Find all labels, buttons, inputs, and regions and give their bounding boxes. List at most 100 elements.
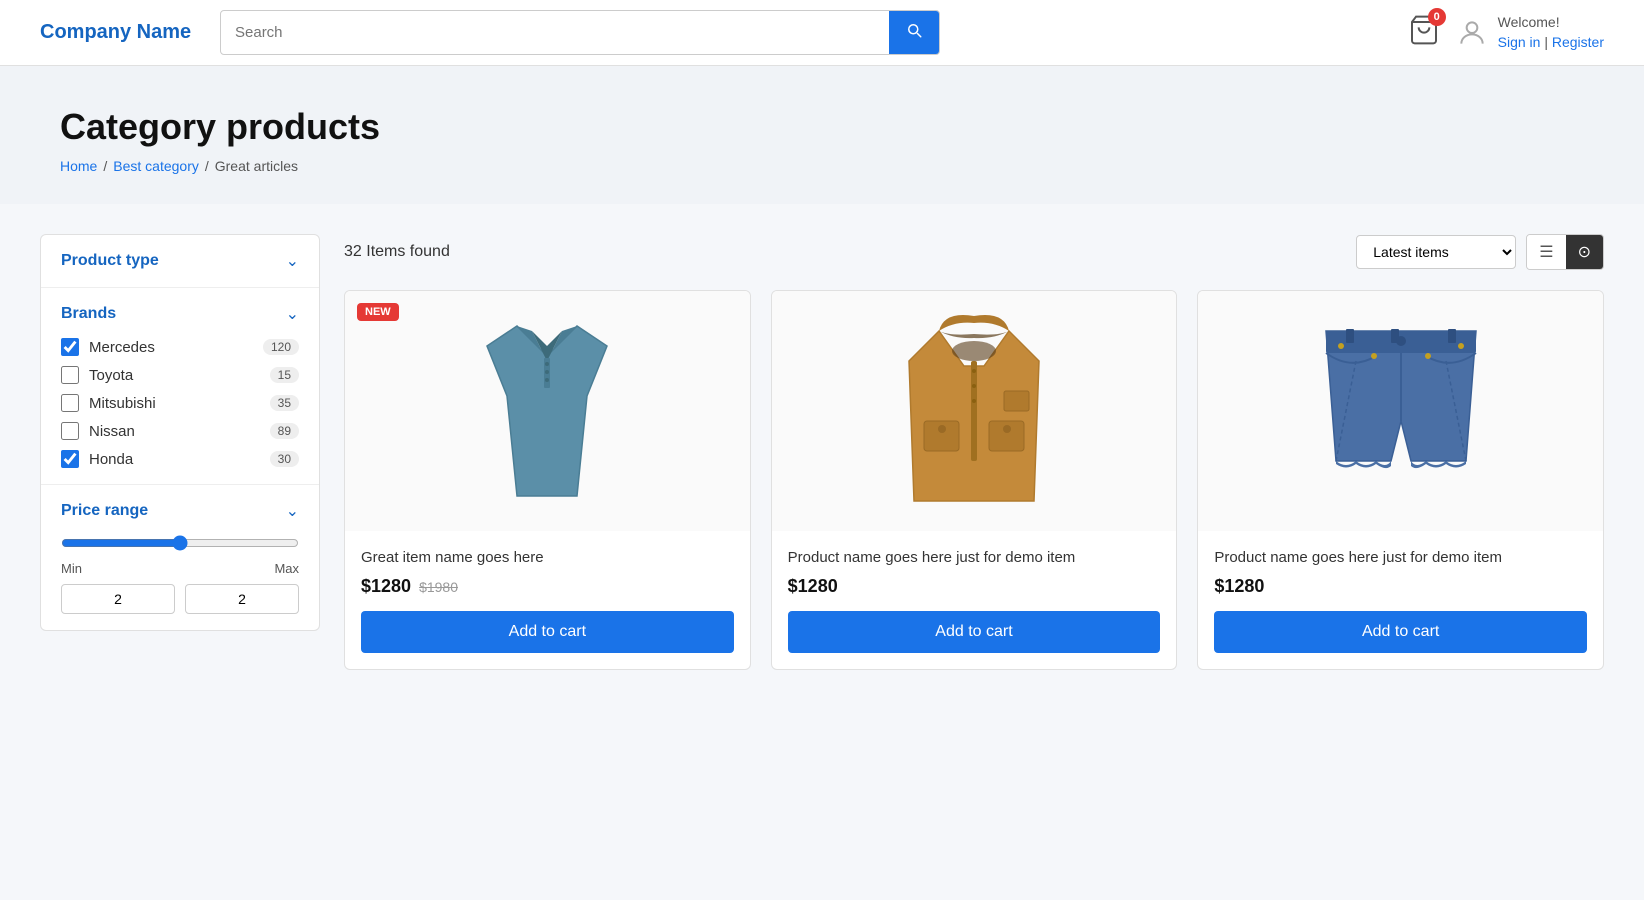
- add-to-cart-button[interactable]: Add to cart: [788, 611, 1161, 653]
- price-range-content: Min Max: [61, 535, 299, 614]
- filter-product-type-title: Product type: [61, 252, 159, 270]
- product-price-row: $1280: [1214, 576, 1587, 597]
- product-info: Great item name goes here $1280 $1980 Ad…: [345, 531, 750, 669]
- brand-checkbox-nissan[interactable]: [61, 422, 79, 440]
- price-max-input[interactable]: [185, 584, 299, 614]
- company-name[interactable]: Company Name: [40, 21, 200, 44]
- register-link[interactable]: Register: [1552, 34, 1604, 50]
- search-icon: [905, 21, 923, 39]
- add-to-cart-button[interactable]: Add to cart: [1214, 611, 1587, 653]
- search-bar: [220, 10, 940, 55]
- price-max-label: Max: [274, 561, 299, 576]
- brand-checkbox-mercedes[interactable]: [61, 338, 79, 356]
- brand-name: Honda: [89, 451, 260, 468]
- brand-item: Toyota 15: [61, 366, 299, 384]
- product-image-wrap: [1198, 291, 1603, 531]
- product-name: Product name goes here just for demo ite…: [788, 547, 1161, 568]
- brand-item: Honda 30: [61, 450, 299, 468]
- product-grid: NEW Great i: [344, 290, 1604, 670]
- brand-name: Mercedes: [89, 339, 253, 356]
- user-icon: [1456, 17, 1488, 49]
- cart-wrapper[interactable]: 0: [1408, 14, 1440, 51]
- product-image-shirt: [467, 316, 627, 506]
- breadcrumb-home[interactable]: Home: [60, 158, 97, 174]
- sidebar: Product type ⌄ Brands ⌄ Mercedes 120 Toy…: [40, 234, 320, 631]
- products-toolbar: 32 Items found Latest items Price: Low t…: [344, 234, 1604, 270]
- price-old: $1980: [419, 579, 458, 595]
- brand-name: Mitsubishi: [89, 395, 260, 412]
- brand-count: 35: [270, 395, 299, 411]
- product-name: Great item name goes here: [361, 547, 734, 568]
- filter-brands-title: Brands: [61, 305, 116, 323]
- cart-badge: 0: [1428, 8, 1446, 26]
- product-name: Product name goes here just for demo ite…: [1214, 547, 1587, 568]
- sort-select[interactable]: Latest items Price: Low to High Price: H…: [1356, 235, 1516, 269]
- filter-price-range-header[interactable]: Price range ⌄: [61, 501, 299, 521]
- products-area: 32 Items found Latest items Price: Low t…: [344, 234, 1604, 670]
- view-toggle: ☰ ⊙: [1526, 234, 1604, 270]
- brand-count: 89: [270, 423, 299, 439]
- product-badge: NEW: [357, 303, 399, 321]
- breadcrumb-great-articles: Great articles: [215, 158, 298, 174]
- product-image-jacket: [894, 311, 1054, 511]
- breadcrumb-separator-2: /: [205, 158, 209, 174]
- filter-brands: Brands ⌄ Mercedes 120 Toyota 15 Mitsubis…: [41, 288, 319, 485]
- price-inputs: [61, 584, 299, 614]
- brand-count: 30: [270, 451, 299, 467]
- product-info: Product name goes here just for demo ite…: [772, 531, 1177, 669]
- add-to-cart-button[interactable]: Add to cart: [361, 611, 734, 653]
- grid-view-button[interactable]: ⊙: [1566, 235, 1603, 269]
- price-min-input[interactable]: [61, 584, 175, 614]
- product-image-wrap: [772, 291, 1177, 531]
- chevron-down-icon-price: ⌄: [286, 501, 299, 521]
- brand-list: Mercedes 120 Toyota 15 Mitsubishi 35 Nis…: [61, 338, 299, 468]
- product-info: Product name goes here just for demo ite…: [1198, 531, 1603, 669]
- toolbar-right: Latest items Price: Low to High Price: H…: [1356, 234, 1604, 270]
- price-labels: Min Max: [61, 561, 299, 576]
- brand-checkbox-honda[interactable]: [61, 450, 79, 468]
- list-view-button[interactable]: ☰: [1527, 235, 1565, 269]
- filter-price-range-title: Price range: [61, 502, 148, 520]
- filter-price-range: Price range ⌄ Min Max: [41, 485, 319, 630]
- filter-brands-header[interactable]: Brands ⌄: [61, 304, 299, 324]
- brand-item: Mercedes 120: [61, 338, 299, 356]
- breadcrumb: Home / Best category / Great articles: [60, 158, 1584, 174]
- filter-product-type: Product type ⌄: [41, 235, 319, 288]
- product-price-row: $1280 $1980: [361, 576, 734, 597]
- user-text: Welcome! Sign in | Register: [1498, 13, 1604, 52]
- items-found: 32 Items found: [344, 243, 450, 261]
- product-image-wrap: [345, 291, 750, 531]
- sign-in-link[interactable]: Sign in: [1498, 34, 1541, 50]
- main-content: Product type ⌄ Brands ⌄ Mercedes 120 Toy…: [0, 204, 1644, 700]
- price-range-slider[interactable]: [61, 535, 299, 551]
- price-current: $1280: [361, 576, 411, 597]
- breadcrumb-separator-1: /: [103, 158, 107, 174]
- brand-name: Toyota: [89, 367, 260, 384]
- user-section[interactable]: Welcome! Sign in | Register: [1456, 13, 1604, 52]
- product-card: Product name goes here just for demo ite…: [771, 290, 1178, 670]
- brand-checkbox-mitsubishi[interactable]: [61, 394, 79, 412]
- brand-count: 120: [263, 339, 299, 355]
- product-card: NEW Great i: [344, 290, 751, 670]
- brand-item: Nissan 89: [61, 422, 299, 440]
- price-current: $1280: [1214, 576, 1264, 597]
- search-input[interactable]: [221, 14, 889, 51]
- product-price-row: $1280: [788, 576, 1161, 597]
- brand-count: 15: [270, 367, 299, 383]
- header: Company Name 0 Welcome!: [0, 0, 1644, 66]
- price-current: $1280: [788, 576, 838, 597]
- chevron-down-icon-brands: ⌄: [286, 304, 299, 324]
- search-button[interactable]: [889, 11, 939, 54]
- auth-links[interactable]: Sign in | Register: [1498, 33, 1604, 53]
- page-title: Category products: [60, 106, 1584, 148]
- product-card: Product name goes here just for demo ite…: [1197, 290, 1604, 670]
- price-min-label: Min: [61, 561, 82, 576]
- header-right: 0 Welcome! Sign in | Register: [1408, 13, 1604, 52]
- welcome-text: Welcome!: [1498, 13, 1604, 33]
- brand-item: Mitsubishi 35: [61, 394, 299, 412]
- brand-name: Nissan: [89, 423, 260, 440]
- brand-checkbox-toyota[interactable]: [61, 366, 79, 384]
- breadcrumb-best-category[interactable]: Best category: [113, 158, 199, 174]
- hero-banner: Category products Home / Best category /…: [0, 66, 1644, 204]
- filter-product-type-header[interactable]: Product type ⌄: [61, 251, 299, 271]
